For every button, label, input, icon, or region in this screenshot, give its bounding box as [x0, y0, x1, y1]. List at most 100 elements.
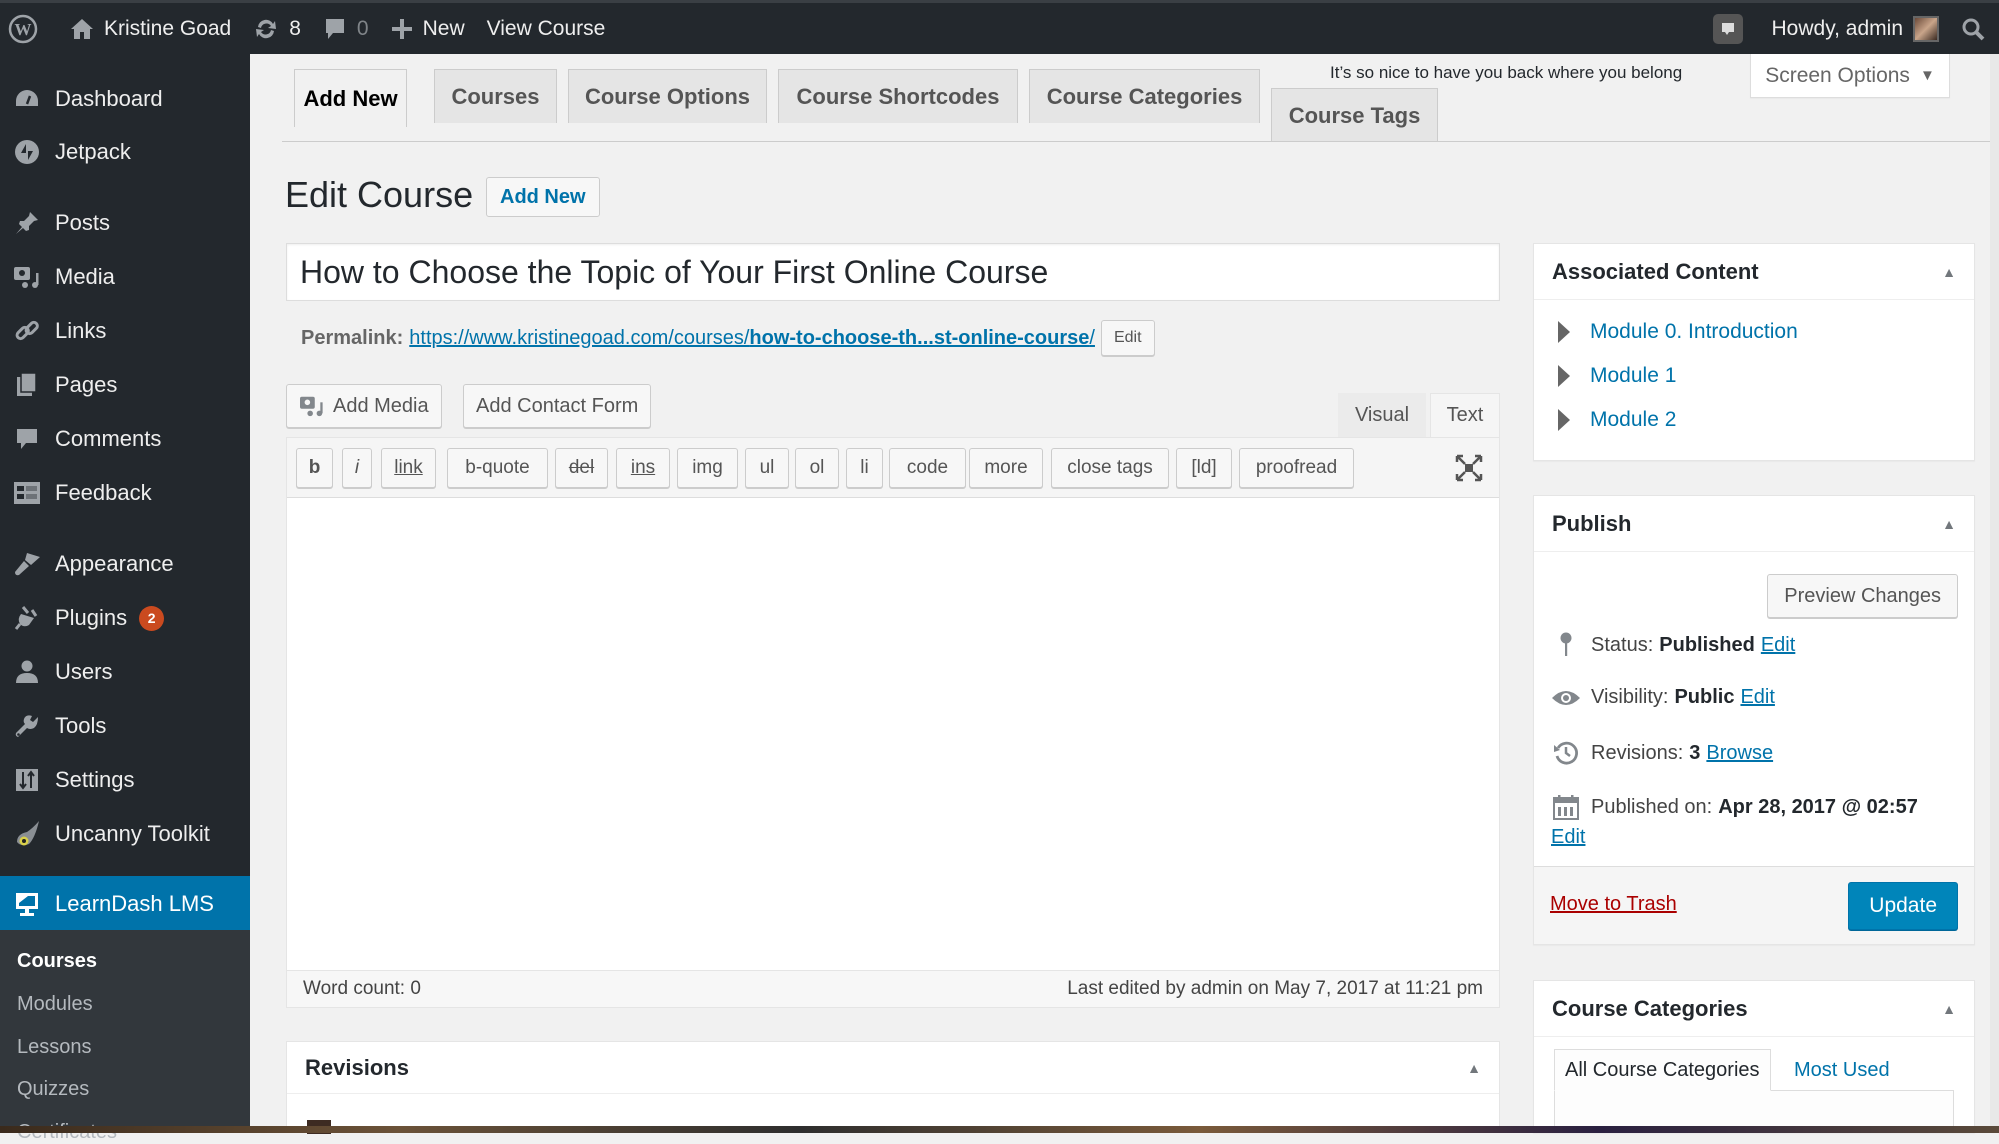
module-item[interactable]: Module 2 [1534, 398, 1974, 442]
history-icon [1551, 740, 1581, 766]
edit-visibility-link[interactable]: Edit [1740, 686, 1774, 709]
view-course-link[interactable]: View Course [476, 3, 617, 54]
tab-course-tags[interactable]: Course Tags [1271, 88, 1438, 142]
new-content-link[interactable]: New [380, 3, 476, 54]
collapse-arrow-icon[interactable]: ▲ [1942, 516, 1956, 532]
module-item[interactable]: Module 0. Introduction [1534, 310, 1974, 354]
preview-changes-button[interactable]: Preview Changes [1767, 574, 1958, 618]
tab-course-shortcodes[interactable]: Course Shortcodes [778, 69, 1018, 123]
comment-icon [12, 427, 42, 451]
site-name-link[interactable]: Kristine Goad [59, 3, 242, 54]
tab-add-new[interactable]: Add New [294, 69, 407, 127]
submenu-lessons[interactable]: Lessons [17, 1036, 92, 1059]
qt-close-tags-button[interactable]: close tags [1051, 448, 1169, 488]
qt-ld-button[interactable]: [ld] [1176, 448, 1232, 488]
qt-more-button[interactable]: more [969, 448, 1043, 488]
my-account-menu[interactable]: Howdy, admin [1754, 3, 1951, 54]
expand-triangle-icon[interactable] [1558, 321, 1570, 343]
sidebar-item-label: Media [55, 264, 115, 289]
howdy-text: Howdy, admin [1771, 16, 1904, 40]
publish-header[interactable]: Publish ▲ [1534, 496, 1974, 552]
screen-options-button[interactable]: Screen Options ▼ [1750, 54, 1950, 98]
qt-code-button[interactable]: code [889, 448, 966, 488]
move-to-trash-link[interactable]: Move to Trash [1550, 893, 1677, 916]
collapse-arrow-icon[interactable]: ▲ [1942, 264, 1956, 280]
sidebar-item-plugins[interactable]: Plugins 2 [0, 594, 250, 642]
course-categories-box: Course Categories ▲ All Course Categorie… [1533, 980, 1975, 1133]
revisions-box-header[interactable]: Revisions ▲ [287, 1042, 1499, 1094]
qt-ol-button[interactable]: ol [795, 448, 839, 488]
eye-icon [1551, 688, 1581, 708]
module-item[interactable]: Module 1 [1534, 354, 1974, 398]
associated-content-header[interactable]: Associated Content ▲ [1534, 244, 1974, 300]
tab-courses[interactable]: Courses [434, 69, 557, 123]
home-icon [70, 18, 94, 40]
add-new-course-button[interactable]: Add New [486, 177, 600, 217]
browse-revisions-link[interactable]: Browse [1706, 742, 1773, 765]
submenu-quizzes[interactable]: Quizzes [17, 1078, 89, 1101]
visual-editor-tab[interactable]: Visual [1338, 393, 1426, 437]
qt-bquote-button[interactable]: b-quote [447, 448, 548, 488]
submenu-courses[interactable]: Courses [17, 950, 97, 973]
tab-most-used[interactable]: Most Used [1784, 1049, 1900, 1091]
sidebar-item-links[interactable]: Links [0, 307, 250, 355]
tab-course-options[interactable]: Course Options [568, 69, 767, 123]
sidebar-item-feedback[interactable]: Feedback [0, 469, 250, 517]
updates-link[interactable]: 8 [242, 3, 312, 54]
qt-img-button[interactable]: img [677, 448, 738, 488]
tab-all-course-categories[interactable]: All Course Categories [1554, 1049, 1771, 1091]
qt-link-button[interactable]: link [381, 448, 436, 488]
qt-del-button[interactable]: del [555, 448, 608, 488]
sidebar-item-jetpack[interactable]: Jetpack [0, 128, 250, 176]
collapse-arrow-icon[interactable]: ▲ [1942, 1001, 1956, 1017]
qt-li-button[interactable]: li [846, 448, 883, 488]
tab-course-categories[interactable]: Course Categories [1029, 69, 1260, 123]
notifications-button[interactable] [1702, 3, 1754, 54]
comments-link[interactable]: 0 [312, 3, 380, 54]
add-contact-form-button[interactable]: Add Contact Form [463, 384, 652, 428]
sidebar-item-learndash-lms[interactable]: LearnDash LMS [0, 876, 250, 932]
add-media-button[interactable]: Add Media [286, 384, 442, 428]
revisions-row: Revisions: 3 Browse [1551, 740, 1773, 766]
search-button[interactable] [1950, 3, 1999, 54]
quicktags-toolbar: b i link b-quote del ins img ul ol li co… [287, 438, 1499, 498]
qt-ins-button[interactable]: ins [616, 448, 670, 488]
expand-triangle-icon[interactable] [1558, 365, 1570, 387]
edit-permalink-button[interactable]: Edit [1100, 320, 1155, 356]
sidebar-item-tools[interactable]: Tools [0, 702, 250, 750]
permalink-link[interactable]: https://www.kristinegoad.com/courses/how… [409, 327, 1095, 350]
collapse-arrow-icon[interactable]: ▲ [1467, 1060, 1481, 1076]
sidebar-item-appearance[interactable]: Appearance [0, 540, 250, 588]
edit-publish-date-link[interactable]: Edit [1551, 826, 1585, 849]
sidebar-item-users[interactable]: Users [0, 648, 250, 696]
wordpress-logo-button[interactable]: W [0, 3, 59, 54]
expand-triangle-icon[interactable] [1558, 409, 1570, 431]
edit-status-link[interactable]: Edit [1761, 634, 1795, 657]
sidebar-item-posts[interactable]: Posts [0, 199, 250, 247]
course-categories-header[interactable]: Course Categories ▲ [1534, 981, 1974, 1037]
dashboard-icon [12, 88, 42, 110]
sidebar-item-dashboard[interactable]: Dashboard [0, 75, 250, 123]
greeting-text: It’s so nice to have you back where you … [1330, 63, 1683, 82]
brush-icon [12, 551, 42, 577]
published-on-row: Published on: Apr 28, 2017 @ 02:57 [1551, 794, 1924, 820]
update-button[interactable]: Update [1848, 882, 1958, 930]
sidebar-item-comments[interactable]: Comments [0, 415, 250, 463]
sidebar-item-media[interactable]: Media [0, 253, 250, 301]
published-edit-row: Edit [1551, 826, 1585, 849]
revisions-title: Revisions [305, 1054, 409, 1080]
qt-proofread-button[interactable]: proofread [1239, 448, 1354, 488]
qt-bold-button[interactable]: b [296, 448, 333, 488]
settings-icon [12, 768, 42, 792]
submenu-modules[interactable]: Modules [17, 993, 93, 1016]
sidebar-item-settings[interactable]: Settings [0, 756, 250, 804]
sidebar-item-uncanny-toolkit[interactable]: Uncanny Toolkit [0, 810, 250, 858]
content-textarea[interactable] [287, 498, 1499, 972]
qt-italic-button[interactable]: i [342, 448, 372, 488]
distraction-free-button[interactable] [1455, 454, 1483, 482]
text-editor-tab[interactable]: Text [1430, 393, 1500, 437]
course-title-input[interactable] [286, 243, 1500, 301]
window-edge [1990, 54, 1999, 1126]
sidebar-item-pages[interactable]: Pages [0, 361, 250, 409]
qt-ul-button[interactable]: ul [745, 448, 789, 488]
